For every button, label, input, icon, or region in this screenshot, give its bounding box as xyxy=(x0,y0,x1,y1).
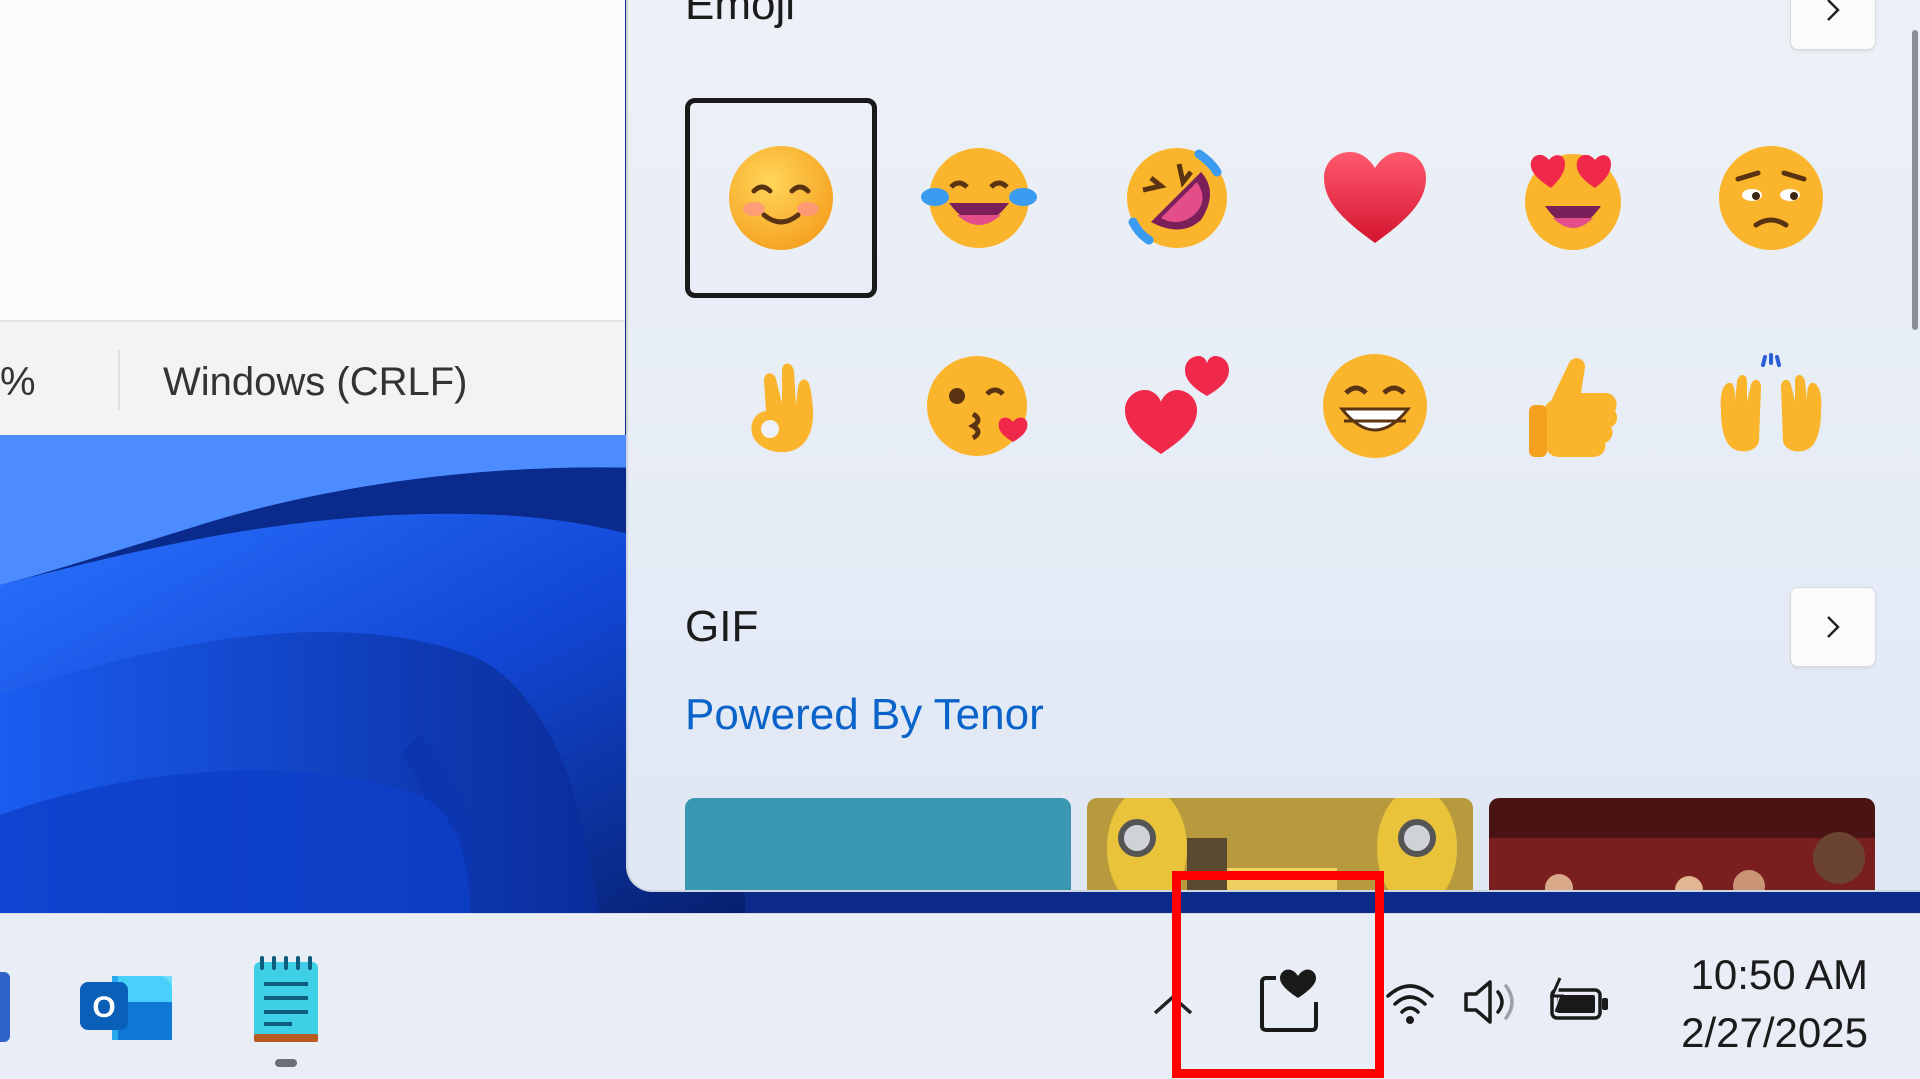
chevron-right-icon xyxy=(1827,0,1840,21)
emoji-more-button[interactable] xyxy=(1790,0,1876,50)
tray-wifi[interactable] xyxy=(1384,978,1436,1026)
outlook-icon: O xyxy=(80,976,172,1040)
battery-charging-icon xyxy=(1549,977,1608,1020)
emoji-two-hearts[interactable] xyxy=(1081,306,1273,506)
notepad-window: % Windows (CRLF) xyxy=(0,0,625,435)
face-blowing-kiss-icon xyxy=(927,356,1028,456)
emoji-thumbs-up[interactable] xyxy=(1477,306,1669,506)
clock-date: 2/27/2025 xyxy=(1681,1009,1868,1056)
tears-of-joy-icon xyxy=(921,148,1037,248)
emoji-panel-scrollbar[interactable] xyxy=(1912,30,1918,330)
emoji-red-heart[interactable] xyxy=(1279,98,1471,298)
heart-eyes-icon xyxy=(1525,154,1621,250)
gif-thumbnail-3[interactable] xyxy=(1489,798,1875,890)
volume-icon xyxy=(1464,980,1514,1024)
ok-hand-icon xyxy=(751,363,814,453)
emoji-beaming[interactable] xyxy=(1279,306,1471,506)
emoji-tears-of-joy[interactable] xyxy=(883,98,1075,298)
taskbar-notepad[interactable] xyxy=(252,954,320,1046)
gif-more-button[interactable] xyxy=(1790,587,1876,667)
emoji-rolling-laughing[interactable] xyxy=(1081,98,1273,298)
emoji-unamused[interactable] xyxy=(1675,98,1867,298)
rolling-laughing-icon xyxy=(1127,148,1227,248)
annotation-highlight-box xyxy=(1172,871,1384,1078)
emoji-smiling-face[interactable] xyxy=(685,98,877,298)
chevron-right-icon xyxy=(1827,616,1840,638)
tray-battery[interactable] xyxy=(1546,976,1612,1028)
partial-app-icon[interactable] xyxy=(0,972,10,1042)
gif-thumbnail-1[interactable] xyxy=(685,798,1071,890)
emoji-section-title: Emoji xyxy=(685,0,796,29)
taskbar: O 10:50 AM 2/27/2025 xyxy=(0,913,1920,1079)
emoji-panel: Emoji GIF Powered By Tenor xyxy=(626,0,1920,892)
emoji-heart-eyes[interactable] xyxy=(1477,98,1669,298)
taskbar-clock[interactable]: 10:50 AM 2/27/2025 xyxy=(1681,946,1868,1062)
powered-by-tenor-link[interactable]: Powered By Tenor xyxy=(685,690,1044,740)
gif-thumbnail-image xyxy=(1489,798,1875,890)
two-hearts-icon xyxy=(1125,356,1229,454)
smiling-face-icon xyxy=(729,146,833,250)
notepad-active-indicator xyxy=(275,1059,297,1067)
notepad-status-bar: % Windows (CRLF) xyxy=(0,320,625,435)
raising-hands-icon xyxy=(1720,353,1822,452)
emoji-ok-hand[interactable] xyxy=(685,306,877,506)
thumbs-up-icon xyxy=(1529,358,1618,457)
notepad-icon xyxy=(254,956,318,1042)
beaming-face-icon xyxy=(1323,354,1427,458)
gif-section-title: GIF xyxy=(685,602,759,651)
tray-volume[interactable] xyxy=(1460,976,1522,1028)
red-heart-icon xyxy=(1324,152,1426,243)
status-line-ending[interactable]: Windows (CRLF) xyxy=(163,360,467,405)
gif-thumbnail-image xyxy=(685,798,1071,890)
unamused-face-icon xyxy=(1719,146,1823,250)
taskbar-outlook[interactable]: O xyxy=(78,962,174,1046)
emoji-raising-hands[interactable] xyxy=(1675,306,1867,506)
wifi-icon xyxy=(1386,984,1434,1024)
clock-time: 10:50 AM xyxy=(1690,951,1868,998)
status-separator xyxy=(118,350,120,410)
emoji-kiss[interactable] xyxy=(883,306,1075,506)
svg-text:O: O xyxy=(92,991,115,1024)
notepad-text-area[interactable] xyxy=(0,0,625,320)
status-zoom: % xyxy=(0,360,36,404)
